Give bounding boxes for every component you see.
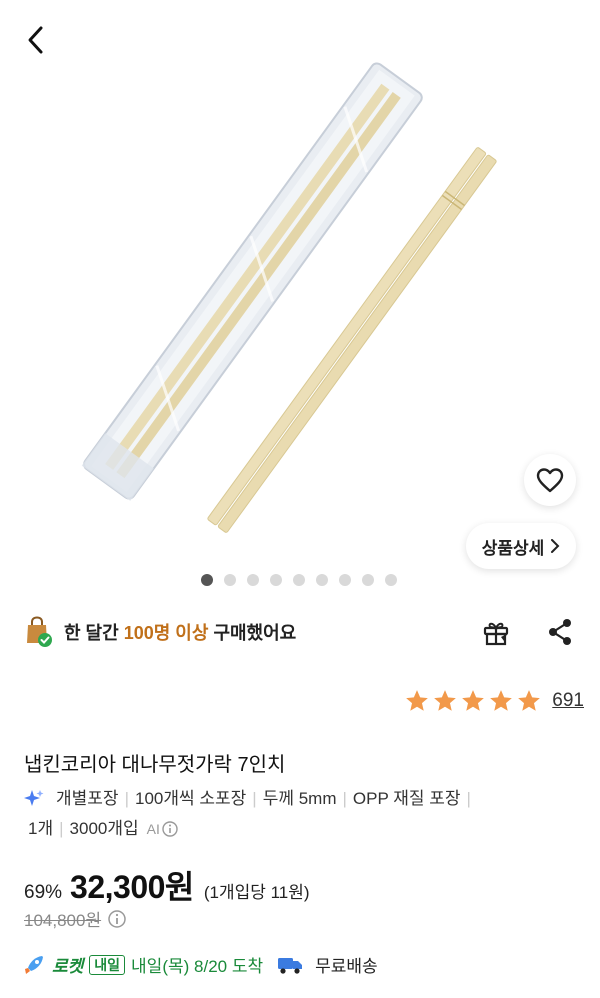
original-price-row: 104,800원 (24, 906, 127, 931)
feature-item: 1개 (28, 819, 54, 838)
ai-info[interactable]: AI (147, 814, 178, 844)
product-detail-button[interactable]: 상품상세 (466, 523, 576, 569)
star-icon (406, 690, 429, 711)
rating-summary[interactable]: 691 (404, 688, 584, 714)
loose-chopsticks (207, 147, 497, 533)
review-count-link[interactable]: 691 (552, 690, 584, 712)
carousel-dot[interactable] (201, 574, 213, 586)
unit-price: (1개입당 11원) (203, 883, 310, 902)
gift-button[interactable] (478, 614, 514, 650)
social-proof-prefix: 한 달간 (64, 623, 119, 643)
feature-item: 두께 5mm (262, 789, 337, 808)
carousel-dot[interactable] (362, 574, 374, 586)
sale-price: 32,300원 (70, 869, 194, 905)
product-image[interactable] (0, 0, 600, 570)
heart-icon (536, 468, 564, 493)
shopping-bag-check-icon (27, 616, 52, 647)
gift-icon (483, 622, 509, 646)
social-proof-suffix: 구매했어요 (213, 623, 297, 643)
social-proof-highlight: 100명 이상 (123, 623, 209, 643)
carousel-dot[interactable] (293, 574, 305, 586)
truck-icon (278, 957, 303, 974)
back-button[interactable] (18, 22, 54, 58)
carousel-dot[interactable] (385, 574, 397, 586)
free-shipping-label: 무료배송 (315, 957, 378, 976)
product-features: 개별포장 | 100개씩 소포장 | 두께 5mm | OPP 재질 포장 | … (24, 784, 584, 844)
star-icon (490, 690, 513, 711)
product-title: 냅킨코리아 대나무젓가락 7인치 (24, 754, 286, 776)
tomorrow-badge: 내일 (89, 954, 126, 975)
ai-label: AI (146, 821, 160, 837)
original-price: 104,800원 (24, 911, 102, 930)
share-icon (549, 619, 571, 645)
carousel-dot[interactable] (270, 574, 282, 586)
wishlist-button[interactable] (524, 454, 576, 506)
carousel-dot[interactable] (316, 574, 328, 586)
feature-item: OPP 재질 포장 (352, 789, 461, 808)
info-icon (162, 821, 178, 837)
share-button[interactable] (542, 614, 578, 650)
star-icon (518, 690, 541, 711)
carousel-dot[interactable] (247, 574, 259, 586)
rocket-label: 로켓 (52, 957, 84, 976)
star-icon (462, 690, 485, 711)
feature-item: 100개씩 소포장 (134, 789, 247, 808)
delivery-info: 로켓 내일 내일(목) 8/20 도착 무료배송 (22, 952, 378, 977)
product-detail-label: 상품상세 (481, 538, 545, 558)
chopsticks-illustration (81, 62, 497, 533)
price-row: 69% 32,300원 (1개입당 11원) (24, 862, 310, 908)
chevron-left-icon (28, 26, 43, 54)
info-icon[interactable] (107, 909, 127, 929)
packaged-chopsticks (81, 62, 423, 501)
feature-item: 3000개입 (69, 819, 139, 838)
star-icon (434, 690, 457, 711)
chevron-right-icon (551, 539, 560, 553)
discount-rate: 69% (24, 882, 63, 903)
image-carousel-indicator[interactable] (201, 574, 397, 586)
rocket-icon (25, 955, 43, 974)
purchase-count-banner: 한 달간 100명 이상 구매했어요 (24, 612, 296, 652)
carousel-dot[interactable] (339, 574, 351, 586)
arrival-date: 내일(목) 8/20 도착 (131, 957, 264, 976)
carousel-dot[interactable] (224, 574, 236, 586)
feature-item: 개별포장 (56, 789, 119, 808)
sparkle-icon (24, 790, 44, 806)
